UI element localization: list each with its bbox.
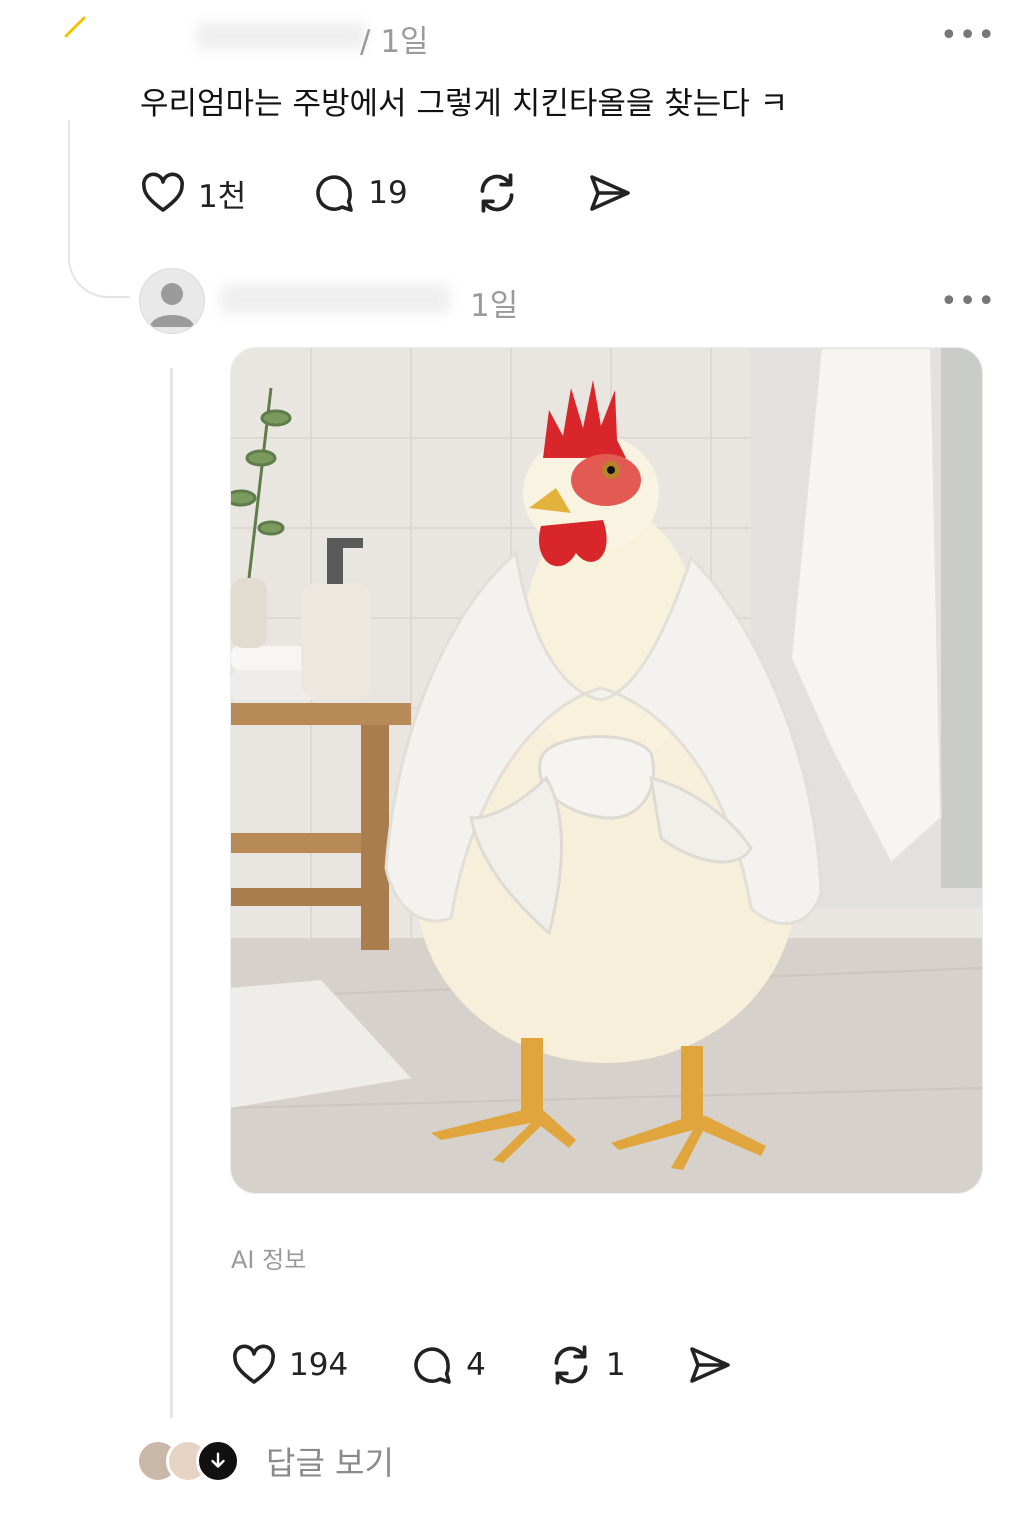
post-actions: 1천 19 xyxy=(138,168,634,218)
ai-info-link[interactable]: AI 정보 xyxy=(231,1240,306,1275)
like-button[interactable]: 194 xyxy=(229,1341,348,1389)
post-timestamp: / 1일 xyxy=(360,24,429,60)
send-icon xyxy=(689,1347,730,1383)
comment-icon xyxy=(414,1347,451,1384)
comment-button[interactable]: 19 xyxy=(310,169,408,217)
comment-count: 4 xyxy=(466,1347,486,1383)
like-count: 194 xyxy=(289,1347,349,1383)
username-redacted xyxy=(196,22,366,50)
username-redacted xyxy=(220,284,450,314)
repost-icon xyxy=(554,1345,588,1385)
view-replies-button[interactable]: 답글 보기 xyxy=(136,1438,394,1484)
view-replies-label: 답글 보기 xyxy=(266,1444,394,1482)
comment-icon xyxy=(316,175,354,212)
timestamp-separator: / xyxy=(360,24,381,60)
thread-connector xyxy=(68,120,130,298)
heart-icon xyxy=(233,1344,275,1384)
repost-button[interactable] xyxy=(472,168,522,218)
avatar[interactable] xyxy=(139,268,205,334)
post-image[interactable] xyxy=(230,347,983,1194)
more-dots-icon: ••• xyxy=(940,18,997,53)
more-options-button[interactable]: ••• xyxy=(940,18,996,53)
arrow-down-icon xyxy=(196,1439,240,1483)
default-avatar-icon xyxy=(150,283,194,327)
repost-icon xyxy=(480,173,514,213)
reply-avatars xyxy=(136,1439,240,1483)
comment-button[interactable]: 4 xyxy=(408,1341,486,1389)
more-dots-icon: ••• xyxy=(940,284,997,319)
post-timestamp: 1일 xyxy=(470,288,519,324)
more-options-button[interactable]: ••• xyxy=(940,284,996,319)
thread-line xyxy=(170,368,173,1418)
repost-count: 1 xyxy=(605,1347,626,1383)
post-actions: 194 4 1 xyxy=(229,1340,734,1390)
share-button[interactable] xyxy=(686,1341,734,1389)
like-button[interactable]: 1천 xyxy=(138,169,246,217)
decorative-mark xyxy=(62,12,92,42)
post-text: 우리엄마는 주방에서 그렇게 치킨타올을 찾는다 ㅋ xyxy=(140,86,789,122)
heart-icon xyxy=(142,172,184,212)
share-button[interactable] xyxy=(586,169,634,217)
chicken-in-towel-image xyxy=(231,348,982,1193)
like-count: 1천 xyxy=(198,178,247,215)
comment-count: 19 xyxy=(368,175,408,211)
repost-button[interactable]: 1 xyxy=(546,1340,626,1390)
send-icon xyxy=(589,175,630,211)
